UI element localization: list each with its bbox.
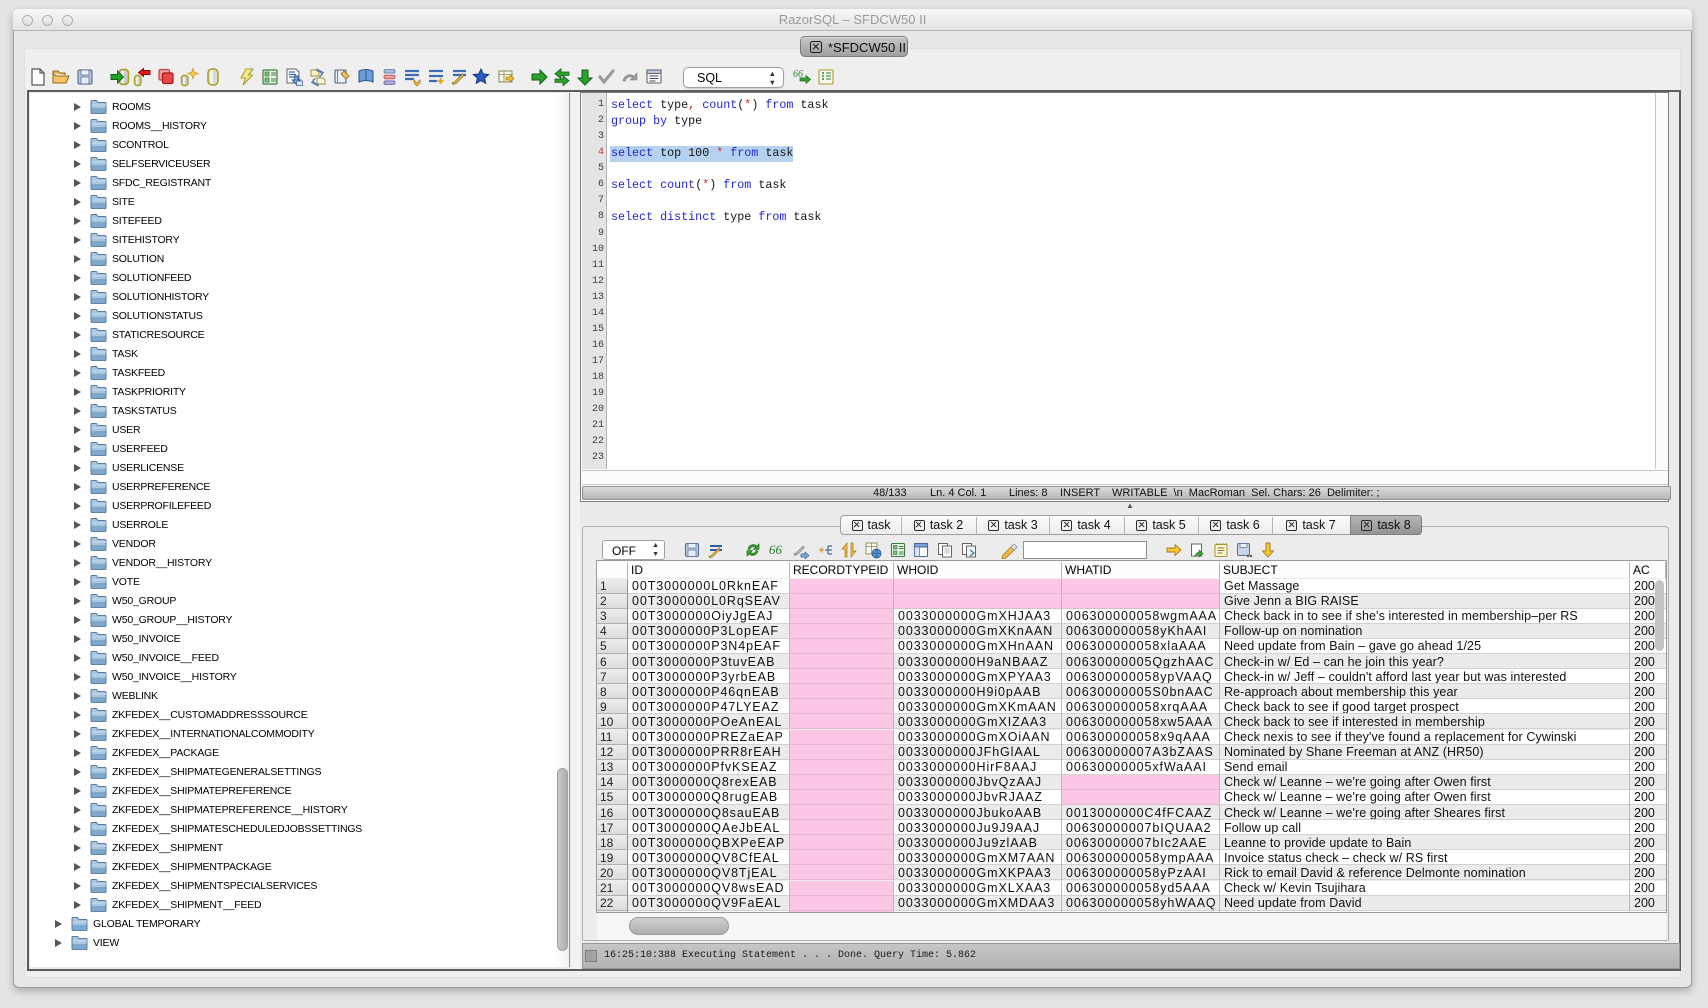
svg-text:66: 66 xyxy=(769,542,783,557)
